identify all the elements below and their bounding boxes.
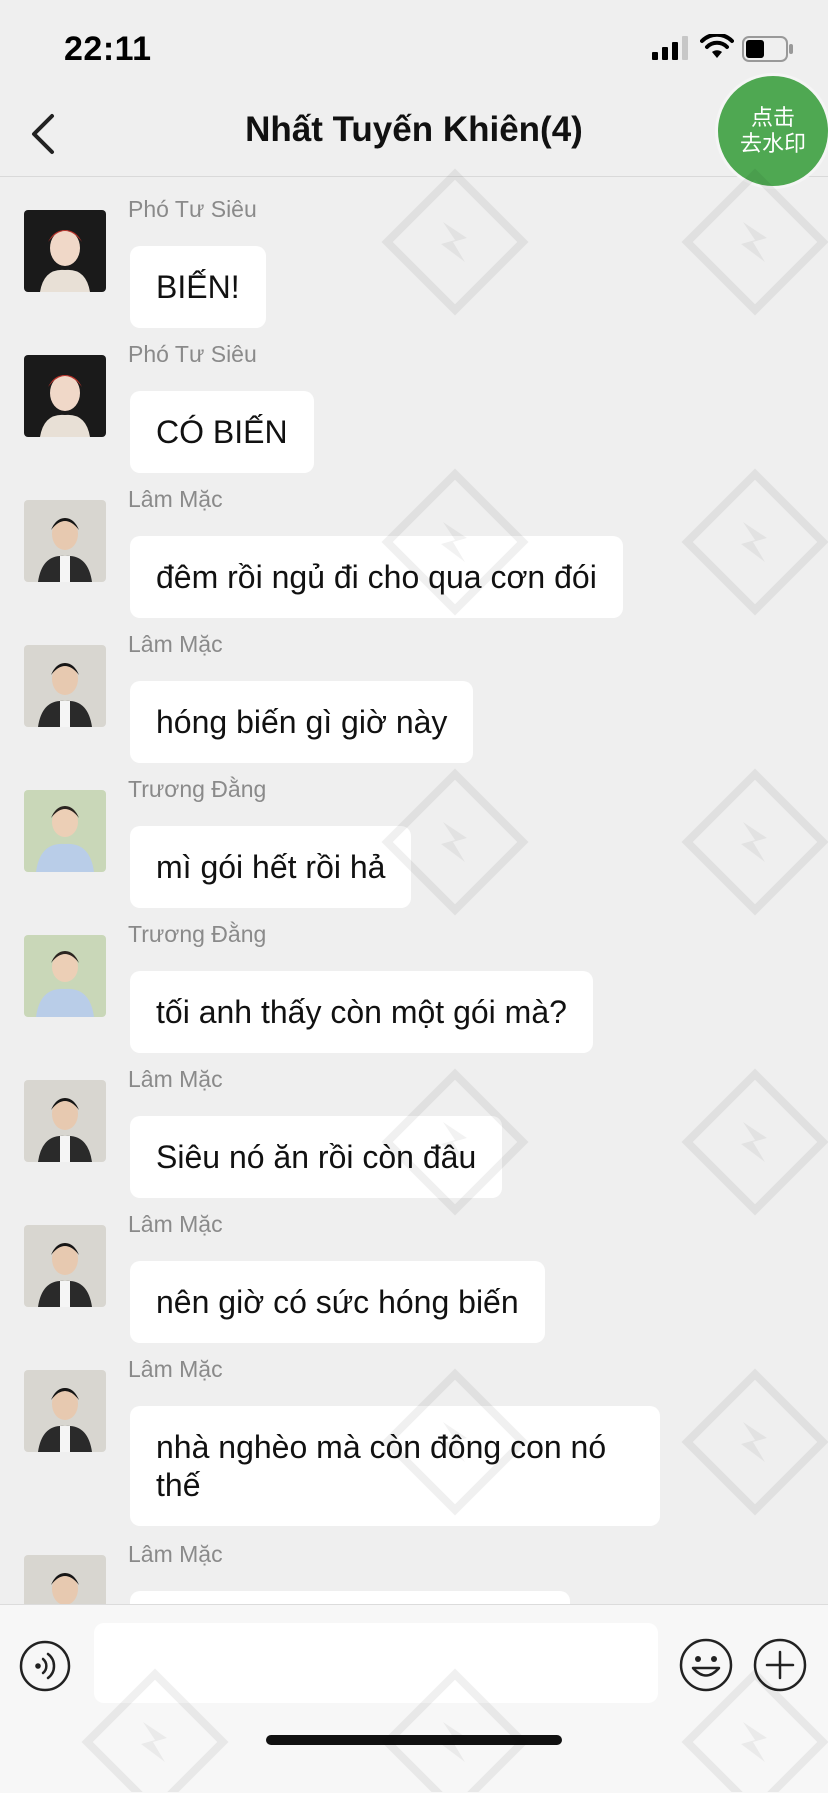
avatar[interactable] [24, 1225, 106, 1307]
wifi-icon [700, 34, 734, 58]
avatar[interactable] [24, 355, 106, 437]
sender-name: Lâm Mặc [128, 1356, 223, 1382]
message-bubble[interactable] [130, 1591, 570, 1604]
signal-icon [652, 36, 688, 60]
sender-name: Lâm Mặc [128, 1211, 223, 1237]
sender-name: Phó Tư Siêu [128, 341, 257, 367]
sender-name: Trương Đằng [128, 921, 267, 947]
message-bubble[interactable]: tối anh thấy còn một gói mà? [130, 971, 593, 1053]
remove-watermark-line2: 去水印 [739, 131, 806, 156]
avatar[interactable] [24, 1555, 106, 1604]
battery-icon [742, 36, 793, 62]
home-indicator[interactable] [266, 1735, 562, 1745]
input-bar [0, 1604, 828, 1793]
voice-icon[interactable] [18, 1639, 72, 1693]
avatar[interactable] [24, 1370, 106, 1452]
message-bubble[interactable]: nhà nghèo mà còn đông con nó thế [130, 1406, 660, 1526]
avatar[interactable] [24, 645, 106, 727]
status-time: 22:11 [64, 30, 152, 68]
message-input[interactable] [94, 1623, 658, 1703]
message-bubble[interactable]: CÓ BIẾN [130, 391, 314, 473]
emoji-icon[interactable] [678, 1637, 734, 1693]
sender-name: Lâm Mặc [128, 486, 223, 512]
avatar[interactable] [24, 935, 106, 1017]
remove-watermark-line1: 点击 [750, 105, 795, 130]
sender-name: Phó Tư Siêu [128, 196, 257, 222]
avatar[interactable] [24, 790, 106, 872]
message-bubble[interactable]: hóng biến gì giờ này [130, 681, 474, 763]
avatar[interactable] [24, 1080, 106, 1162]
remove-watermark-button[interactable]: 点击 去水印 [718, 76, 828, 186]
message-bubble[interactable]: mì gói hết rồi hả [130, 826, 412, 908]
sender-name: Lâm Mặc [128, 1541, 223, 1567]
avatar[interactable] [24, 500, 106, 582]
chat-title: Nhất Tuyến Khiên(4) [245, 110, 583, 149]
sender-name: Lâm Mặc [128, 631, 223, 657]
message-bubble[interactable]: đêm rồi ngủ đi cho qua cơn đói [130, 536, 623, 618]
message-list[interactable]: Phó Tư Siêu BIẾN! Phó Tư Siêu CÓ BIẾN Lâ… [0, 178, 828, 1604]
message-bubble[interactable]: nên giờ có sức hóng biến [130, 1261, 545, 1343]
message-bubble[interactable]: BIẾN! [130, 246, 266, 328]
chat-header: Nhất Tuyến Khiên(4) [0, 72, 828, 177]
avatar[interactable] [24, 210, 106, 292]
sender-name: Lâm Mặc [128, 1066, 223, 1092]
sender-name: Trương Đằng [128, 776, 267, 802]
plus-icon[interactable] [752, 1637, 808, 1693]
message-bubble[interactable]: Siêu nó ăn rồi còn đâu [130, 1116, 503, 1198]
